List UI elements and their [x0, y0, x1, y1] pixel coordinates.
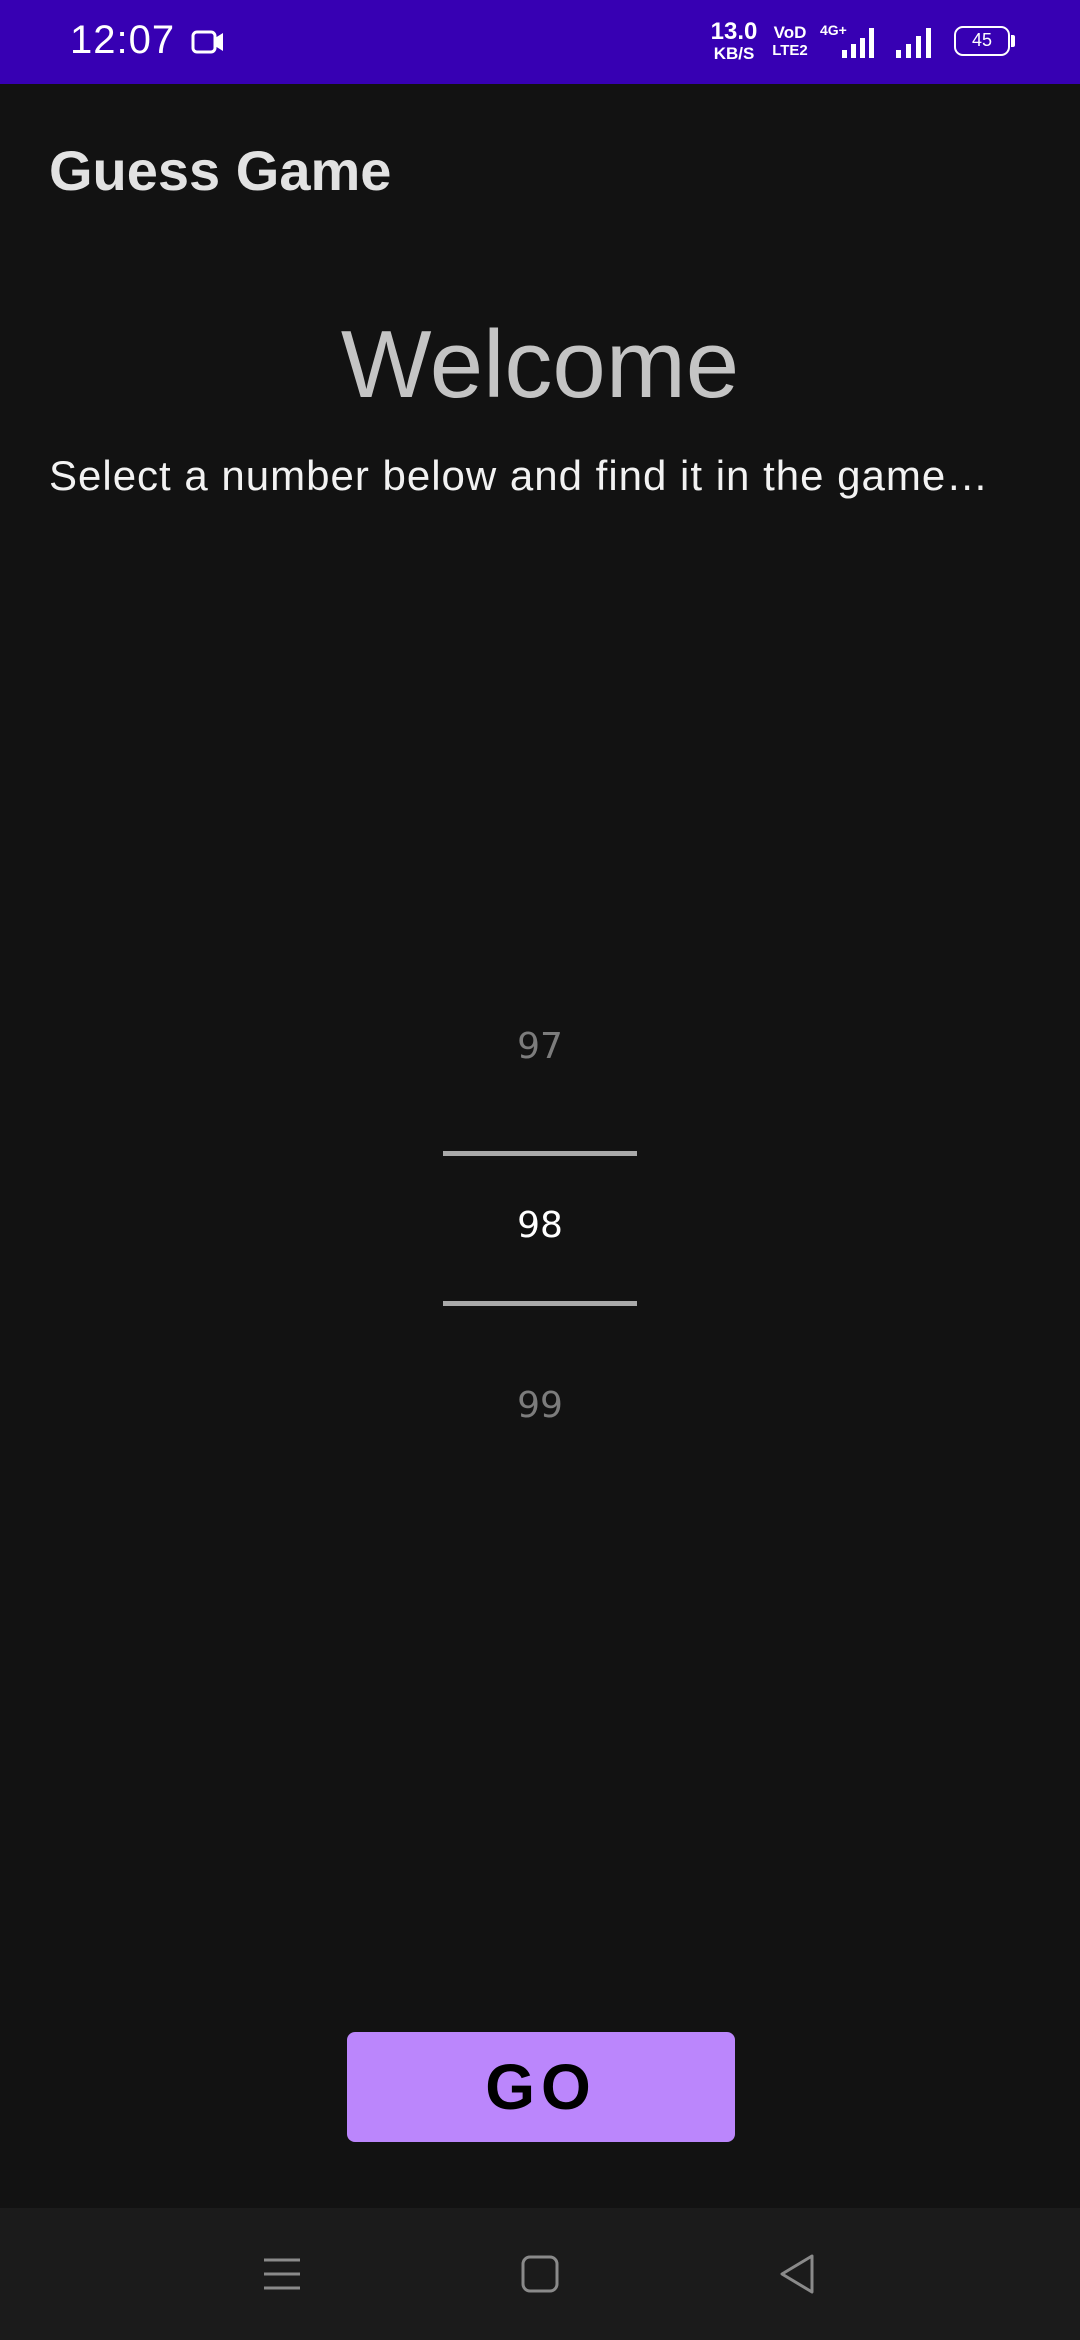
- camera-icon: [191, 30, 223, 54]
- network-speed: 13.0 KB/S: [706, 18, 762, 63]
- menu-icon[interactable]: [252, 2244, 312, 2304]
- screen: 12:07 13.0 KB/S VoD LTE2 4G+ 45 Guess Ga…: [0, 0, 1080, 2340]
- app-title: Guess Game: [49, 139, 392, 202]
- status-bar: 12:07 13.0 KB/S VoD LTE2 4G+ 45: [0, 0, 1080, 84]
- battery-tip: [1011, 35, 1015, 47]
- signal-icon: [896, 28, 931, 58]
- picker-divider-bottom: [443, 1301, 637, 1306]
- go-button[interactable]: GO: [347, 2032, 735, 2142]
- picker-divider-top: [443, 1151, 637, 1156]
- home-icon[interactable]: [510, 2244, 570, 2304]
- picker-next-value[interactable]: 99: [443, 1385, 637, 1426]
- number-picker[interactable]: 97 98 99: [443, 990, 637, 1440]
- network-speed-value: 13.0: [710, 18, 758, 45]
- back-icon[interactable]: [768, 2244, 828, 2304]
- battery-icon: 45: [954, 26, 1010, 56]
- navigation-bar: [0, 2208, 1080, 2340]
- welcome-heading: Welcome: [340, 311, 740, 418]
- instruction-text: Select a number below and find it in the…: [49, 452, 990, 499]
- picker-previous-value[interactable]: 97: [443, 1026, 637, 1067]
- volte-indicator: VoD LTE2: [770, 24, 810, 58]
- volte-bottom-label: LTE2: [772, 42, 808, 59]
- volte-top-label: VoD: [773, 23, 807, 42]
- signal-4g-icon: 4G+: [820, 22, 882, 62]
- status-time: 12:07: [70, 18, 176, 62]
- network-speed-unit: KB/S: [713, 44, 755, 63]
- picker-selected-value[interactable]: 98: [443, 1205, 637, 1246]
